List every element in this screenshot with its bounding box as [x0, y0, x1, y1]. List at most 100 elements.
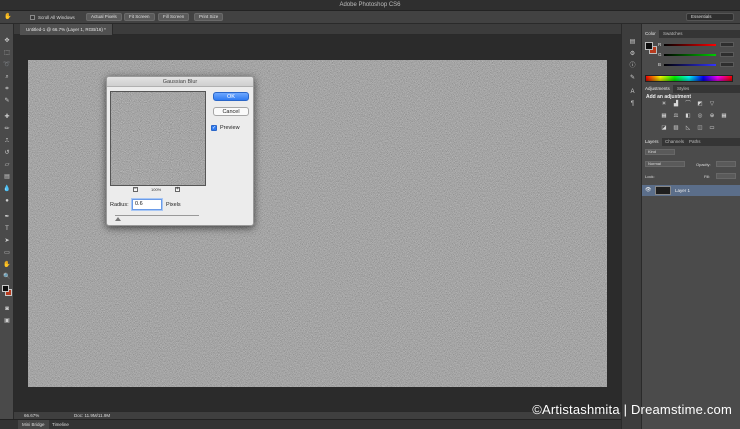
opacity-field[interactable] [716, 161, 736, 167]
photo-filter-icon[interactable]: ◎ [696, 113, 704, 120]
blur-preview[interactable] [110, 91, 206, 186]
tab-timeline[interactable]: Timeline [48, 420, 73, 429]
color-spectrum[interactable] [645, 75, 733, 82]
gradient-tool-icon[interactable]: ▤ [3, 174, 11, 181]
zoom-in-icon[interactable]: + [175, 187, 180, 192]
radius-slider-track[interactable] [115, 215, 199, 216]
dodge-tool-icon[interactable]: ● [3, 198, 11, 205]
selective-color-icon[interactable]: ◫ [696, 125, 704, 132]
document-size: Doc: 11.9M/11.9M [74, 413, 111, 418]
channel-b-label: B [658, 62, 662, 67]
color-lookup-icon[interactable]: ▦ [720, 113, 728, 120]
path-selection-tool-icon[interactable]: ➤ [3, 238, 11, 245]
posterize-icon[interactable]: ▨ [672, 125, 680, 132]
hand-tool-icon[interactable]: ✋ [3, 262, 11, 269]
tab-channels[interactable]: Channels [662, 138, 687, 146]
channel-g-slider[interactable] [664, 54, 716, 56]
gradient-map-icon[interactable]: ▭ [708, 125, 716, 132]
fit-screen-button[interactable]: Fit Screen [124, 13, 155, 21]
blend-mode-select[interactable]: Normal [645, 161, 685, 167]
eraser-tool-icon[interactable]: ▱ [3, 162, 11, 169]
channel-b-value[interactable] [720, 62, 734, 67]
history-brush-tool-icon[interactable]: ↺ [3, 150, 11, 157]
black-white-icon[interactable]: ◧ [684, 113, 692, 120]
preview-checkbox[interactable]: ✓ [211, 125, 217, 131]
scroll-all-windows-checkbox[interactable] [30, 15, 35, 20]
tab-adjustments[interactable]: Adjustments [642, 85, 673, 93]
hand-tool-icon[interactable]: ✋ [4, 14, 12, 21]
curves-icon[interactable]: ⌒ [684, 101, 692, 108]
threshold-icon[interactable]: ◺ [684, 125, 692, 132]
tab-swatches[interactable]: Swatches [660, 30, 686, 38]
paragraph-panel-icon[interactable]: ¶ [628, 100, 637, 108]
opacity-label: Opacity: [696, 162, 711, 167]
channel-g-value[interactable] [720, 52, 734, 57]
vibrance-icon[interactable]: ▽ [708, 101, 716, 108]
fill-screen-button[interactable]: Fill Screen [158, 13, 190, 21]
clone-stamp-tool-icon[interactable]: ⎍ [3, 138, 11, 145]
channel-r-value[interactable] [720, 42, 734, 47]
color-panel-foreground[interactable] [645, 42, 653, 50]
channel-mixer-icon[interactable]: ⊕ [708, 113, 716, 120]
zoom-level[interactable]: 66.67% [24, 413, 39, 418]
brightness-contrast-icon[interactable]: ☀ [660, 101, 668, 108]
app-title-bar: Adobe Photoshop CS6 [0, 0, 740, 11]
radius-unit: Pixels [166, 202, 181, 208]
color-balance-icon[interactable]: ⚖ [672, 113, 680, 120]
foreground-color-swatch[interactable] [2, 285, 9, 292]
fill-field[interactable] [716, 173, 736, 179]
document-tab[interactable]: Untitled-1 @ 66.7% (Layer 1, RGB/16) * [20, 24, 113, 35]
visibility-eye-icon[interactable]: 👁 [645, 187, 651, 193]
tab-color[interactable]: Color [642, 30, 659, 38]
hue-saturation-icon[interactable]: ▦ [660, 113, 668, 120]
crop-tool-icon[interactable]: ⌗ [3, 86, 11, 93]
history-panel-icon[interactable]: ▤ [628, 38, 637, 46]
print-size-button[interactable]: Print Size [194, 13, 224, 21]
invert-icon[interactable]: ◪ [660, 125, 668, 132]
zoom-tool-icon[interactable]: 🔍 [3, 274, 11, 281]
channel-b-slider[interactable] [664, 64, 716, 66]
healing-brush-tool-icon[interactable]: ✚ [3, 114, 11, 121]
options-bar: ✋ Scroll All Windows Actual Pixels Fit S… [0, 11, 740, 24]
tab-layers[interactable]: Layers [642, 138, 662, 146]
tab-paths[interactable]: Paths [686, 138, 704, 146]
ok-button[interactable]: OK [213, 92, 249, 101]
properties-panel-icon[interactable]: ⚙ [628, 50, 637, 58]
marquee-tool-icon[interactable]: ⬚ [3, 50, 11, 57]
panel-icon-dock: ▤ ⚙ ⓘ ✎ A ¶ [621, 24, 642, 429]
preview-zoom-level: 100% [151, 187, 162, 192]
eyedropper-tool-icon[interactable]: ✎ [3, 98, 11, 105]
cancel-button[interactable]: Cancel [213, 107, 249, 116]
preview-zoom-controls: − 100% + [133, 187, 183, 193]
levels-icon[interactable]: ▟ [672, 101, 680, 108]
workspace-switcher[interactable]: Essentials [686, 13, 734, 21]
preview-noise-image [111, 92, 205, 185]
tab-styles[interactable]: Styles [674, 85, 692, 93]
blur-tool-icon[interactable]: 💧 [3, 186, 11, 193]
exposure-icon[interactable]: ◩ [696, 101, 704, 108]
type-tool-icon[interactable]: T [3, 226, 11, 233]
brush-panel-icon[interactable]: ✎ [628, 74, 637, 82]
info-panel-icon[interactable]: ⓘ [628, 62, 637, 70]
quick-mask-icon[interactable]: ◙ [3, 306, 11, 313]
pen-tool-icon[interactable]: ✒ [3, 214, 11, 221]
tab-mini-bridge[interactable]: Mini Bridge [18, 420, 49, 429]
actual-pixels-button[interactable]: Actual Pixels [86, 13, 122, 21]
lasso-tool-icon[interactable]: ➰ [3, 62, 11, 69]
screen-mode-icon[interactable]: ▣ [3, 318, 11, 325]
layer-row[interactable]: 👁 Layer 1 [642, 185, 740, 196]
radius-input[interactable]: 0.6 [132, 199, 162, 210]
layer-kind-filter[interactable]: Kind [645, 149, 675, 155]
shape-tool-icon[interactable]: ▭ [3, 250, 11, 257]
character-panel-icon[interactable]: A [628, 88, 637, 96]
layer-thumbnail [655, 186, 671, 195]
quick-select-tool-icon[interactable]: ⌕ [3, 74, 11, 81]
scroll-all-windows-label: Scroll All Windows [38, 15, 75, 20]
dialog-title: Gaussian Blur [107, 77, 253, 87]
radius-slider-thumb[interactable] [115, 217, 121, 221]
move-tool-icon[interactable]: ✥ [3, 38, 11, 45]
brush-tool-icon[interactable]: ✏ [3, 126, 11, 133]
zoom-out-icon[interactable]: − [133, 187, 138, 192]
bottom-panel-tabs: Mini Bridge Timeline [0, 419, 621, 429]
channel-r-slider[interactable] [664, 44, 716, 46]
